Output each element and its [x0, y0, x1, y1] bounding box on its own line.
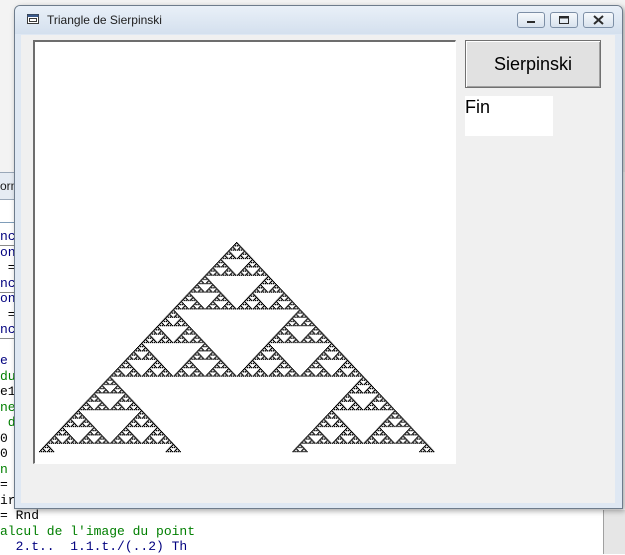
code-line: 2.t.. 1.1.t./(..2) Th: [0, 539, 188, 554]
code-line: 0: [0, 430, 8, 446]
code-line: 0: [0, 446, 8, 461]
code-line: =: [0, 477, 8, 492]
minimize-button[interactable]: [517, 12, 545, 28]
close-button[interactable]: [583, 12, 614, 28]
form-icon: [27, 14, 39, 24]
minimize-icon: [527, 21, 535, 23]
maximize-button[interactable]: [550, 12, 578, 28]
title-bar[interactable]: Triangle de Sierpinski: [15, 6, 622, 34]
maximize-icon: [559, 16, 569, 24]
editor-scrollbar-corner: [603, 510, 625, 554]
code-line: n: [0, 461, 8, 477]
code-line: e: [0, 353, 8, 368]
code-line: = Rnd: [0, 508, 40, 523]
status-label: Fin: [465, 96, 553, 136]
sierpinski-picture-box[interactable]: [33, 40, 456, 464]
sierpinski-point-cloud: [38, 242, 435, 453]
code-line: alcul de l'image du point: [0, 523, 196, 539]
window-title: Triangle de Sierpinski: [47, 13, 162, 27]
close-icon: [593, 15, 604, 25]
sierpinski-button[interactable]: Sierpinski: [465, 40, 601, 88]
form-client-area: Sierpinski Fin: [21, 35, 615, 503]
form-window: Triangle de Sierpinski Sierpinski Fin: [14, 5, 623, 509]
sierpinski-fractal-canvas: [38, 242, 435, 453]
